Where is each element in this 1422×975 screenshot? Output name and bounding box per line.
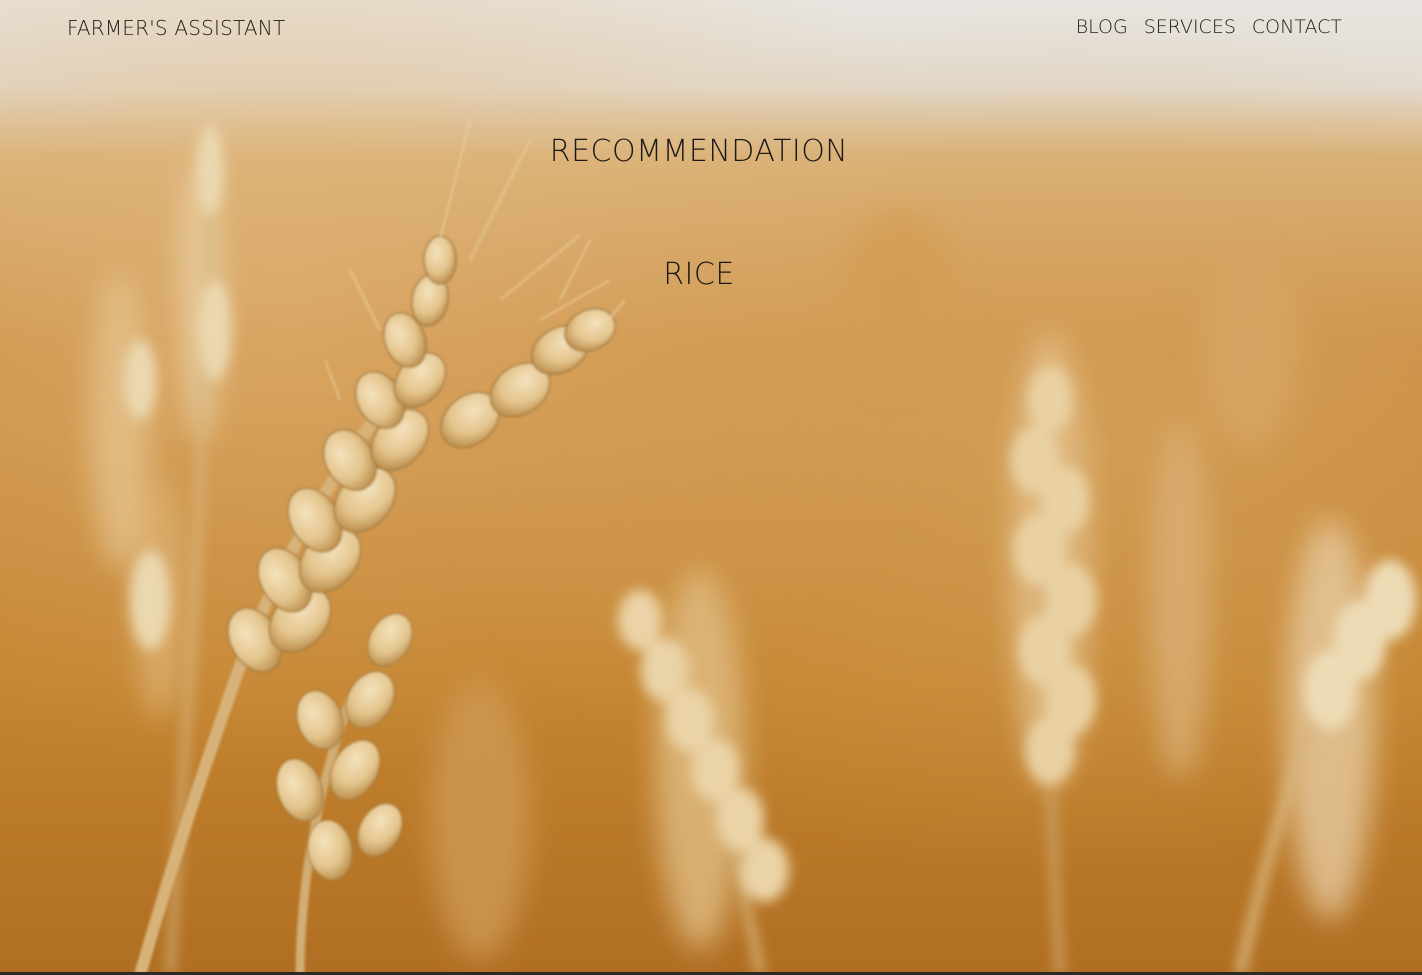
recommendation-heading: RECOMMENDATION bbox=[549, 134, 849, 169]
top-navbar: FARMER'S ASSISTANT BLOG SERVICES CONTACT bbox=[0, 0, 1422, 56]
nav-link-blog[interactable]: BLOG bbox=[1076, 16, 1128, 38]
main-nav: BLOG SERVICES CONTACT bbox=[1076, 16, 1342, 38]
nav-link-contact[interactable]: CONTACT bbox=[1252, 16, 1342, 38]
recommendation-result: RICE bbox=[663, 257, 735, 292]
brand-logo-link[interactable]: FARMER'S ASSISTANT bbox=[67, 16, 285, 40]
nav-link-services[interactable]: SERVICES bbox=[1144, 16, 1236, 38]
